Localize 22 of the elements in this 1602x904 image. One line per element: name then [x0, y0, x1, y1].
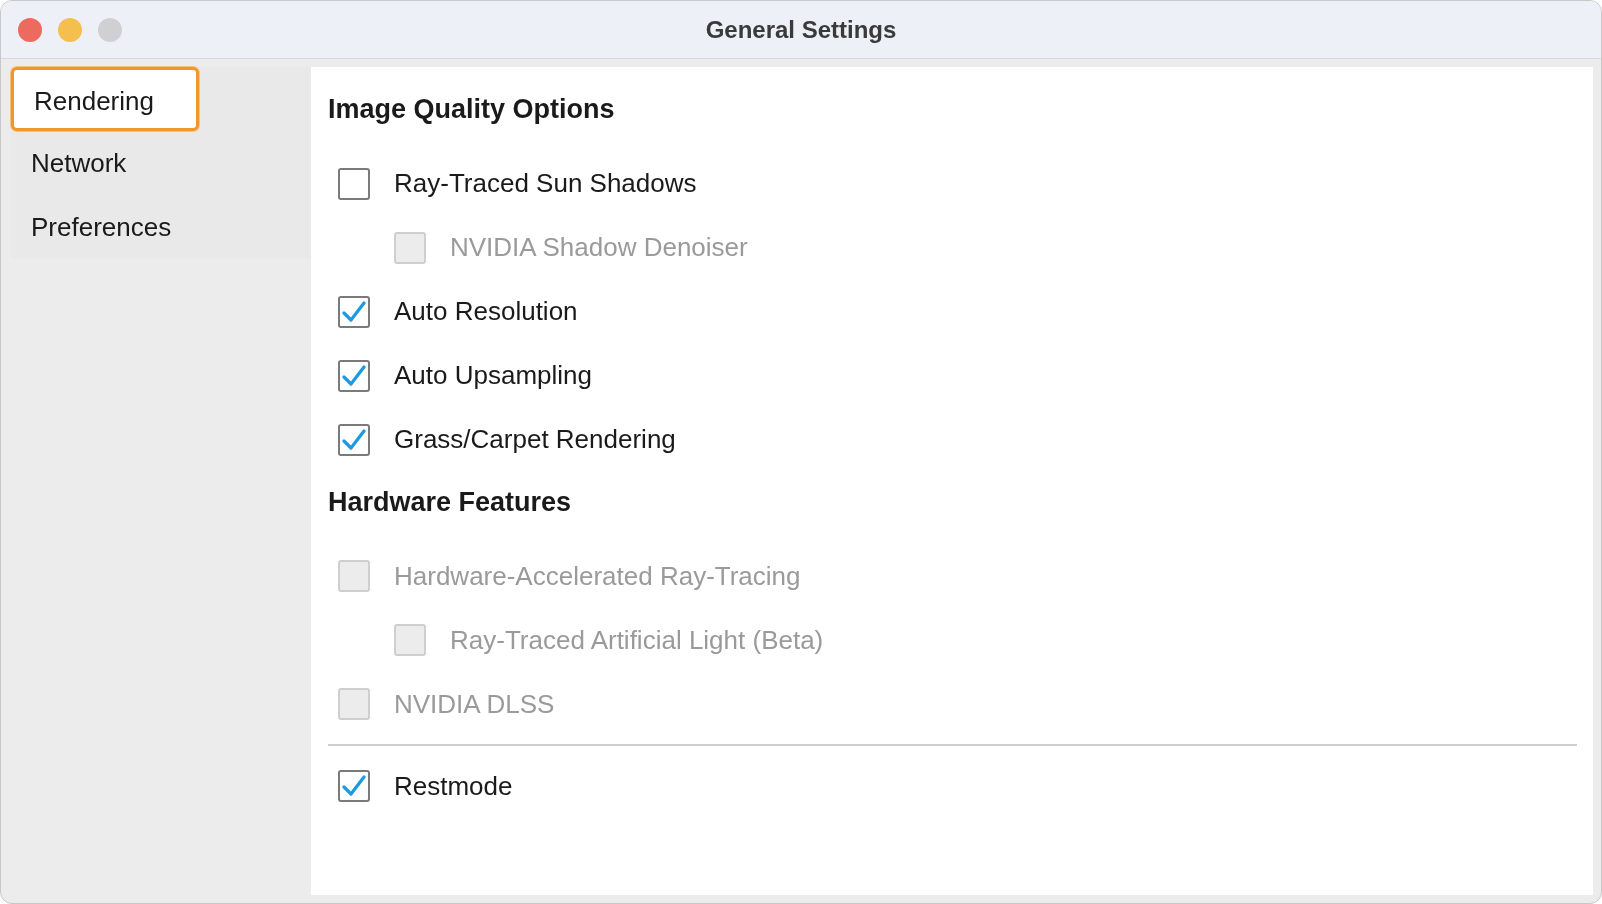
close-button[interactable] [18, 17, 42, 42]
minimize-button[interactable] [58, 17, 82, 42]
checkbox[interactable] [338, 295, 370, 328]
section-heading: Image Quality Options [328, 93, 616, 126]
option-label: NVIDIA Shadow Denoiser [450, 231, 748, 264]
sidebar-tab[interactable]: Network [11, 131, 311, 195]
option-label: Auto Upsampling [394, 359, 592, 392]
sidebar-tab[interactable]: Preferences [11, 195, 311, 259]
option-label: Hardware-Accelerated Ray-Tracing [394, 559, 801, 593]
checkbox[interactable] [338, 359, 370, 392]
checkbox[interactable] [338, 770, 370, 802]
checkbox[interactable] [338, 167, 370, 200]
option-label: Ray-Traced Sun Shadows [394, 167, 697, 200]
option-label: Ray-Traced Artificial Light (Beta) [450, 623, 824, 657]
window-title: General Settings [705, 14, 897, 45]
option-label: Auto Resolution [394, 295, 578, 328]
section-heading: Hardware Features [328, 485, 573, 519]
checkbox[interactable] [338, 423, 370, 456]
option-label: NVIDIA DLSS [394, 687, 555, 721]
option-label: Grass/Carpet Rendering [394, 423, 676, 456]
sidebar-tab[interactable]: Rendering [11, 67, 199, 131]
option-label: Restmode [394, 769, 513, 803]
